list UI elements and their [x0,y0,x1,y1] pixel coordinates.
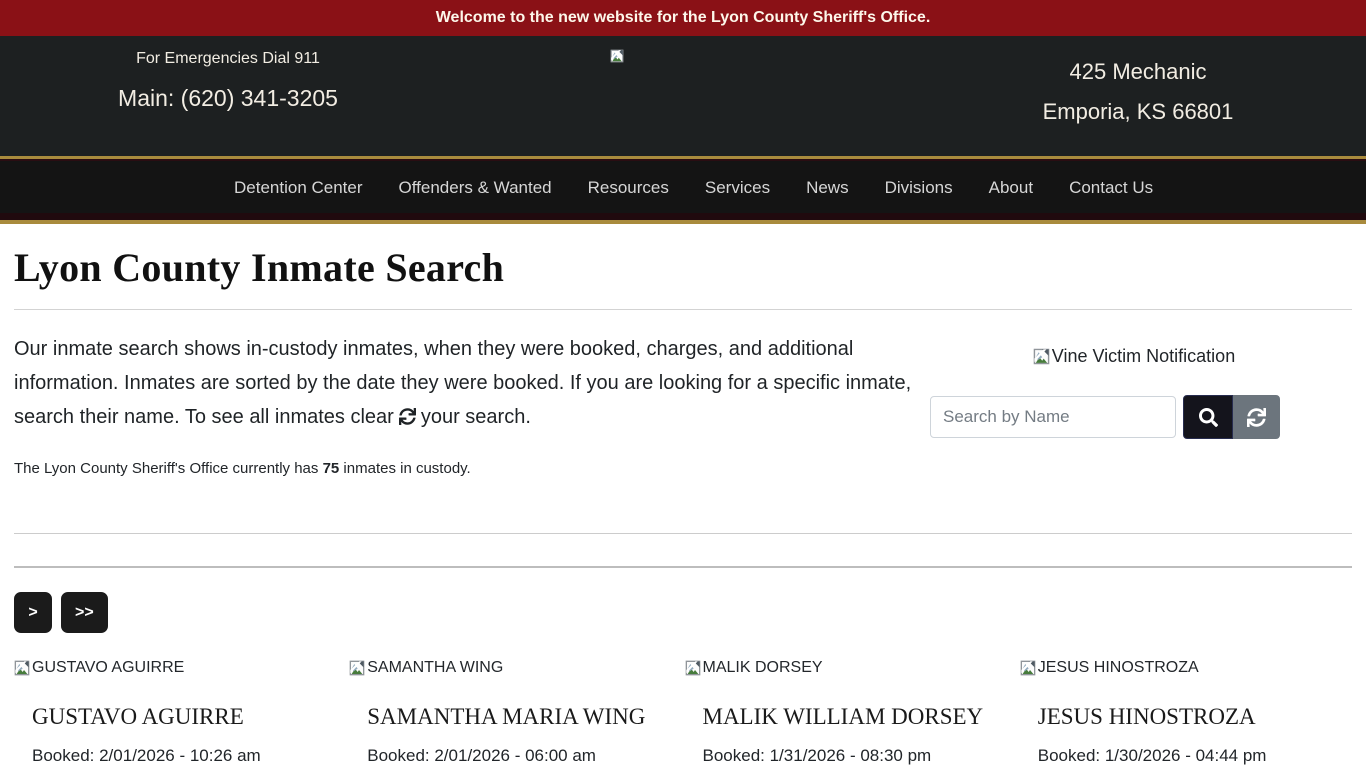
broken-image-icon [349,660,365,676]
inmate-booked-date: Booked: 2/01/2026 - 10:26 am [32,746,261,765]
refresh-icon [1247,408,1266,427]
nav-item-offenders-wanted[interactable]: Offenders & Wanted [399,178,552,198]
main-nav: Detention Center Offenders & Wanted Reso… [0,156,1366,224]
broken-image-icon [610,49,624,63]
inmate-name: SAMANTHA MARIA WING [367,704,646,729]
header-address-block: 425 Mechanic Emporia, KS 66801 [910,36,1366,132]
clear-search-refresh-icon[interactable] [399,402,416,436]
phone-number[interactable]: Main: (620) 341-3205 [0,85,456,112]
inmate-photo-broken: GUSTAVO AGUIRRE [14,659,346,677]
inmate-name: MALIK WILLIAM DORSEY [702,704,984,729]
header-logo-area [456,36,910,156]
intro-text-block: Our inmate search shows in-custody inmat… [14,332,916,477]
pagination: > >> [14,592,1352,633]
page-root: Welcome to the new website for the Lyon … [0,0,1366,766]
inmate-photo-alt: GUSTAVO AGUIRRE [32,659,185,676]
custody-count-line: The Lyon County Sheriff's Office current… [14,460,916,477]
vine-notification-label: Vine Victim Notification [1051,346,1236,366]
nav-item-divisions[interactable]: Divisions [885,178,953,198]
nav-item-about[interactable]: About [989,178,1033,198]
inmate-list: GUSTAVO AGUIRRE GUSTAVO AGUIRRE Booked: … [14,659,1352,766]
nav-item-detention-center[interactable]: Detention Center [234,178,363,198]
next-page-button[interactable]: > [14,592,52,633]
broken-image-icon [685,660,701,676]
inmate-name: JESUS HINOSTROZA [1037,704,1256,729]
nav-item-news[interactable]: News [806,178,849,198]
inmate-photo-alt: MALIK DORSEY [702,659,823,676]
custody-text-after: inmates in custody. [339,460,471,477]
last-page-button[interactable]: >> [61,592,108,633]
inmate-booked-date: Booked: 2/01/2026 - 06:00 am [367,746,596,765]
section-divider-top [14,533,1352,534]
vine-notification-area: Vine Victim Notification [916,346,1352,370]
inmate-card: MALIK DORSEY MALIK WILLIAM DORSEY Booked… [685,659,1017,766]
inmate-name: GUSTAVO AGUIRRE [32,704,244,729]
inmate-photo-alt: JESUS HINOSTROZA [1037,659,1199,676]
main-content: Lyon County Inmate Search Our inmate sea… [0,244,1366,766]
inmate-photo-alt: SAMANTHA WING [367,659,504,676]
inmate-photo-broken: SAMANTHA WING [349,659,681,677]
custody-text-before: The Lyon County Sheriff's Office current… [14,460,323,477]
inmate-card: JESUS HINOSTROZA JESUS HINOSTROZA Booked… [1020,659,1352,766]
intro-text-after: your search. [420,406,531,428]
search-icon [1199,408,1218,427]
broken-image-icon [14,660,30,676]
refresh-button[interactable] [1233,395,1280,439]
intro-section: Our inmate search shows in-custody inmat… [14,332,1352,477]
inmate-card: SAMANTHA WING SAMANTHA MARIA WING Booked… [349,659,681,766]
header-contact-block: For Emergencies Dial 911 Main: (620) 341… [0,36,456,112]
address-line2: Emporia, KS 66801 [1042,99,1234,124]
welcome-banner: Welcome to the new website for the Lyon … [0,0,1366,36]
site-header: For Emergencies Dial 911 Main: (620) 341… [0,36,1366,156]
search-buttons [1183,395,1280,439]
inmate-card: GUSTAVO AGUIRRE GUSTAVO AGUIRRE Booked: … [14,659,346,766]
search-button[interactable] [1183,395,1233,439]
welcome-banner-text: Welcome to the new website for the Lyon … [435,9,931,26]
search-input[interactable] [930,396,1176,438]
nav-item-resources[interactable]: Resources [588,178,669,198]
search-panel: Vine Victim Notification [916,332,1352,477]
nav-item-contact-us[interactable]: Contact Us [1069,178,1153,198]
custody-count: 75 [322,460,340,477]
intro-paragraph: Our inmate search shows in-custody inmat… [14,332,916,436]
emergency-text: For Emergencies Dial 911 [136,50,320,67]
inmate-booked-date: Booked: 1/30/2026 - 04:44 pm [1037,746,1267,765]
inmate-photo-broken: JESUS HINOSTROZA [1020,659,1352,677]
section-divider-bottom [14,566,1352,568]
inmate-photo-broken: MALIK DORSEY [685,659,1017,677]
title-divider [14,309,1352,310]
vine-notification-link[interactable]: Vine Victim Notification [1033,346,1235,367]
broken-image-icon [1033,348,1050,365]
broken-image-icon [1020,660,1036,676]
inmate-search-group [930,395,1352,439]
inmate-booked-date: Booked: 1/31/2026 - 08:30 pm [702,746,932,765]
page-title: Lyon County Inmate Search [14,245,505,290]
nav-item-services[interactable]: Services [705,178,770,198]
address-line1: 425 Mechanic [1069,59,1207,84]
